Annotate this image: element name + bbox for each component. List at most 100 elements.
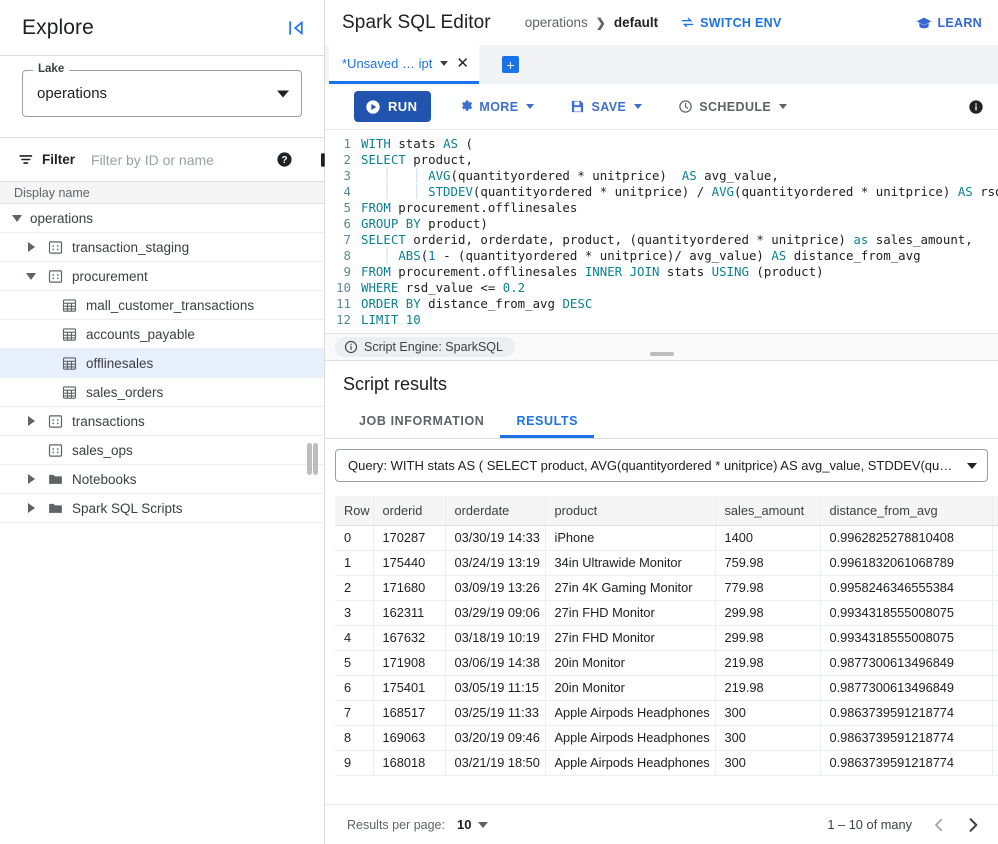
- pane-drag-handle[interactable]: [649, 352, 674, 356]
- table-cell: 299.98: [715, 625, 821, 651]
- breadcrumb-root[interactable]: operations: [525, 15, 588, 30]
- lake-value: operations: [37, 85, 108, 102]
- table-cell: Apple Airpods Headphones: [545, 700, 716, 726]
- code-token: (quantityordered * unitprice): [734, 184, 958, 199]
- save-button[interactable]: SAVE: [561, 91, 651, 122]
- table-row[interactable]: 3 162311 03/29/19 09:06 27in FHD Monitor 299…: [335, 600, 998, 626]
- column-header[interactable]: sales_amount: [715, 496, 821, 526]
- code-token: (: [420, 248, 429, 263]
- caret-down-icon[interactable]: [18, 272, 44, 280]
- column-header[interactable]: distance_from_avg: [820, 496, 993, 526]
- column-header[interactable]: [992, 496, 998, 526]
- page-title: Spark SQL Editor: [342, 11, 491, 33]
- table-cell: 169063: [373, 725, 446, 751]
- tree-item-label: Notebooks: [72, 471, 137, 487]
- tree-item-transactions[interactable]: transactions: [0, 407, 324, 436]
- results-per-page-label: Results per page:: [347, 817, 445, 832]
- table-cell: 0.9863739591218774: [820, 700, 993, 726]
- file-tab-label: *Unsaved … ipt: [342, 55, 433, 71]
- play-icon: [366, 99, 380, 114]
- table-row[interactable]: 9 168018 03/21/19 18:50 Apple Airpods Headp…: [335, 750, 998, 776]
- code-line: 9 FROM procurement.offlinesales INNER JOI…: [325, 264, 998, 280]
- caret-right-icon[interactable]: [18, 503, 44, 513]
- code-token: DESC: [562, 296, 593, 311]
- table-row[interactable]: 0 170287 03/30/19 14:33 iPhone 1400 0.9962825…: [335, 525, 998, 551]
- table-cell: [992, 600, 998, 626]
- table-cell: 0.9877300613496849: [820, 675, 993, 701]
- column-header[interactable]: orderdate: [445, 496, 546, 526]
- switch-env-button[interactable]: SWITCH ENV: [680, 15, 781, 30]
- table-cell: 20in Monitor: [545, 675, 716, 701]
- run-button[interactable]: RUN: [354, 91, 432, 122]
- tree-item-operations[interactable]: operations: [0, 204, 324, 233]
- table-cell: 5: [335, 650, 374, 676]
- editor-file-tab[interactable]: *Unsaved … ipt ✕: [329, 45, 479, 84]
- table-row[interactable]: 6 175401 03/05/19 11:15 20in Monitor 219.98 0…: [335, 675, 998, 701]
- caret-right-icon[interactable]: [18, 242, 44, 252]
- tree-item-accounts-payable[interactable]: accounts_payable: [0, 320, 324, 349]
- line-number: 7: [343, 232, 351, 247]
- tree-column-header: Display name: [0, 182, 324, 204]
- filter-bar: Filter ?: [0, 138, 338, 182]
- table-cell: 03/24/19 13:19: [445, 550, 546, 576]
- column-header[interactable]: orderid: [373, 496, 446, 526]
- more-button[interactable]: MORE: [449, 91, 543, 122]
- table-cell: 175440: [373, 550, 446, 576]
- table-row[interactable]: 8 169063 03/20/19 09:46 Apple Airpods Headp…: [335, 725, 998, 751]
- tree-item-procurement[interactable]: procurement: [0, 262, 324, 291]
- help-icon[interactable]: ?: [276, 151, 293, 168]
- panel-resize-handle[interactable]: [313, 443, 318, 475]
- table-cell: 03/06/19 14:38: [445, 650, 546, 676]
- table-row[interactable]: 7 168517 03/25/19 11:33 Apple Airpods Headp…: [335, 700, 998, 726]
- caret-right-icon[interactable]: [18, 474, 44, 484]
- table-row[interactable]: 1 175440 03/24/19 13:19 34in Ultrawide Moni…: [335, 550, 998, 576]
- table-cell: 779.98: [715, 575, 821, 601]
- results-tabs: JOB INFORMATION RESULTS: [325, 407, 998, 439]
- table-cell: 759.98: [715, 550, 821, 576]
- table-cell: 299.98: [715, 600, 821, 626]
- tree-item-spark-sql-scripts[interactable]: Spark SQL Scripts: [0, 494, 324, 523]
- tab-close-icon[interactable]: ✕: [456, 56, 469, 71]
- tree-item-sales-ops[interactable]: sales_ops: [0, 436, 324, 465]
- breadcrumb-current: default: [613, 15, 659, 30]
- chevron-down-icon[interactable]: [277, 90, 289, 97]
- table-icon: [58, 327, 80, 342]
- query-select-label: Query: WITH stats AS ( SELECT product, A…: [348, 458, 957, 473]
- table-icon: [58, 298, 80, 313]
- sidebar-scrollbar[interactable]: [307, 443, 312, 475]
- learn-button[interactable]: LEARN: [916, 15, 982, 31]
- query-select[interactable]: Query: WITH stats AS ( SELECT product, A…: [335, 449, 988, 482]
- caret-down-icon[interactable]: [4, 214, 30, 222]
- tab-job-information[interactable]: JOB INFORMATION: [343, 407, 500, 438]
- next-page-button[interactable]: [956, 808, 990, 842]
- tree-item-mall-customer-transactions[interactable]: mall_customer_transactions: [0, 291, 324, 320]
- table-row[interactable]: 5 171908 03/06/19 14:38 20in Monitor 219.98 0…: [335, 650, 998, 676]
- code-token: 1: [428, 248, 436, 263]
- info-icon[interactable]: [968, 99, 984, 115]
- tree-item-label: Spark SQL Scripts: [72, 500, 183, 516]
- tree-item-notebooks[interactable]: Notebooks: [0, 465, 324, 494]
- tree-item-sales-orders[interactable]: sales_orders: [0, 378, 324, 407]
- tree-item-transaction-staging[interactable]: transaction_staging: [0, 233, 324, 262]
- results-per-page-caret-icon[interactable]: [478, 821, 489, 828]
- collapse-panel-icon[interactable]: [286, 18, 306, 38]
- column-header[interactable]: Row: [335, 496, 374, 526]
- table-cell: iPhone: [545, 525, 716, 551]
- column-header[interactable]: product: [545, 496, 716, 526]
- tab-menu-caret-icon[interactable]: [440, 60, 449, 66]
- filter-input[interactable]: [91, 151, 273, 168]
- lake-select[interactable]: Lake operations: [22, 63, 302, 117]
- sql-editor[interactable]: 1 WITH stats AS (2 SELECT product, 3 │ │ AV…: [325, 130, 998, 333]
- results-pager: Results per page: 10 1 – 10 of many: [325, 804, 998, 844]
- results-per-page-value[interactable]: 10: [457, 817, 471, 832]
- code-line: 1 WITH stats AS (: [325, 136, 998, 152]
- caret-right-icon[interactable]: [18, 416, 44, 426]
- table-row[interactable]: 4 167632 03/18/19 10:19 27in FHD Monitor 299…: [335, 625, 998, 651]
- add-tab-button[interactable]: +: [501, 56, 519, 73]
- table-row[interactable]: 2 171680 03/09/19 13:26 27in 4K Gaming Moni…: [335, 575, 998, 601]
- code-token: procurement.offlinesales: [390, 264, 585, 279]
- previous-page-button[interactable]: [922, 808, 956, 842]
- schedule-button[interactable]: SCHEDULE: [669, 91, 796, 122]
- tab-results[interactable]: RESULTS: [500, 407, 595, 438]
- tree-item-offlinesales[interactable]: offlinesales: [0, 349, 324, 378]
